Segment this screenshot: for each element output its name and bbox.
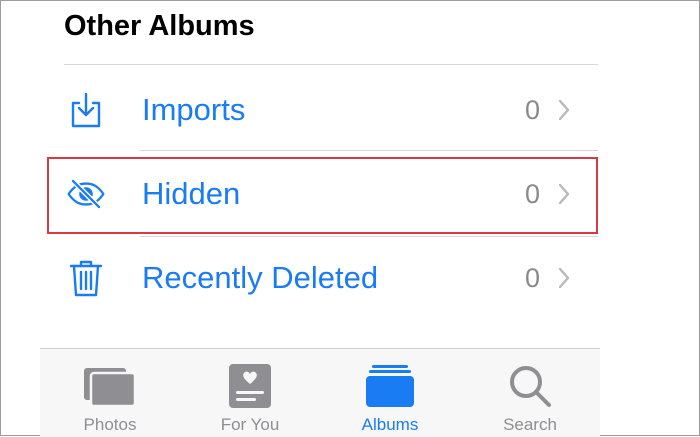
album-count: 0	[524, 95, 540, 125]
album-row-recently-deleted[interactable]: Recently Deleted 0	[48, 240, 598, 316]
divider	[140, 150, 598, 151]
import-icon	[66, 90, 106, 130]
tab-bar: Photos For You Albums Search	[40, 348, 600, 437]
tab-label: Albums	[361, 415, 419, 434]
tab-label: For You	[220, 415, 280, 434]
for-you-icon	[180, 361, 320, 411]
eye-slash-icon	[66, 174, 106, 214]
album-count: 0	[524, 179, 540, 209]
divider	[140, 236, 598, 237]
chevron-right-icon	[556, 266, 572, 290]
divider	[64, 64, 598, 65]
album-label: Hidden	[142, 176, 241, 211]
album-row-imports[interactable]: Imports 0	[48, 72, 598, 148]
chevron-right-icon	[556, 98, 572, 122]
section-title: Other Albums	[64, 10, 255, 42]
tab-search[interactable]: Search	[460, 349, 600, 437]
tab-albums[interactable]: Albums	[320, 349, 460, 437]
trash-icon	[66, 258, 106, 298]
album-count: 0	[524, 263, 540, 293]
tab-photos[interactable]: Photos	[40, 349, 180, 437]
photos-icon	[40, 361, 180, 411]
albums-icon	[320, 361, 460, 411]
chevron-right-icon	[556, 182, 572, 206]
album-row-hidden[interactable]: Hidden 0	[48, 156, 598, 232]
album-label: Imports	[142, 92, 246, 127]
tab-label: Photos	[83, 415, 137, 434]
tab-for-you[interactable]: For You	[180, 349, 320, 437]
search-icon	[460, 361, 600, 411]
tab-label: Search	[503, 415, 557, 434]
album-label: Recently Deleted	[142, 260, 379, 295]
